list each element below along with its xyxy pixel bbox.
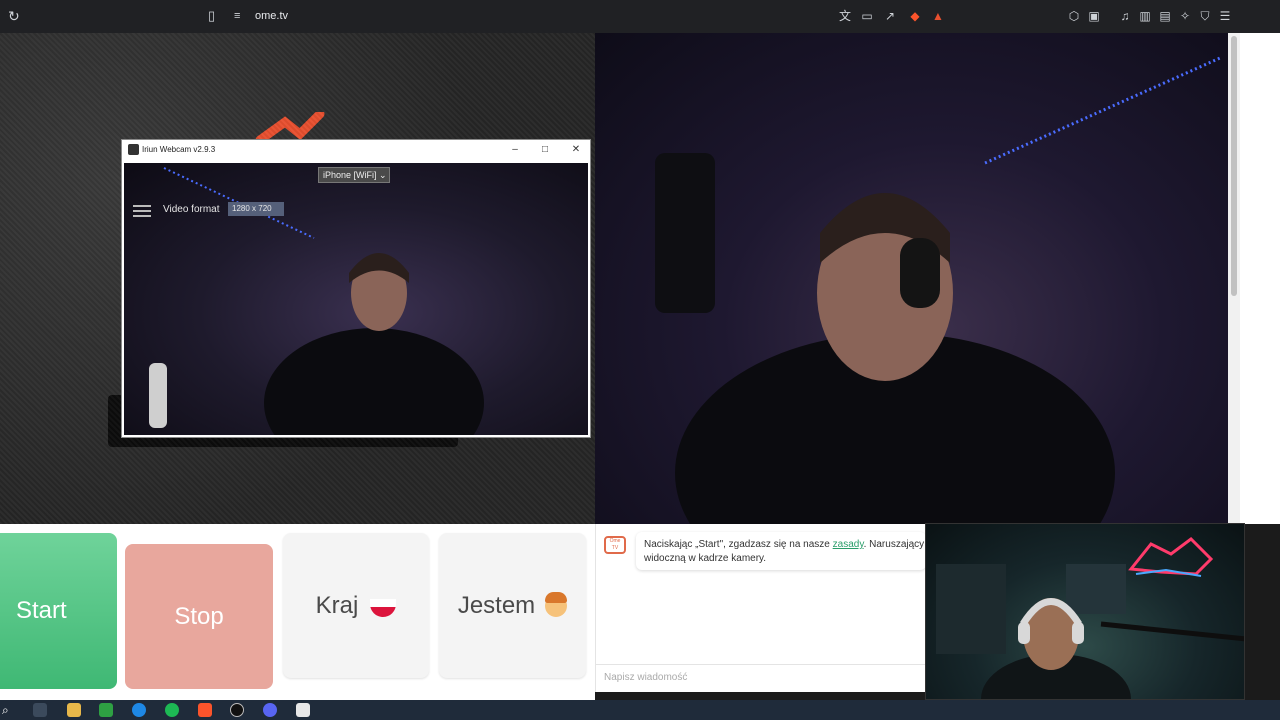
- window-titlebar[interactable]: Iriun Webcam v2.9.3 – □ ✕: [122, 140, 590, 161]
- video-format-value: 1280 x 720: [232, 204, 272, 213]
- message-input-placeholder: Napisz wiadomość: [604, 672, 688, 683]
- search-icon[interactable]: ⌕: [2, 703, 16, 717]
- iriun-icon[interactable]: [296, 703, 310, 717]
- sidebar-icon[interactable]: ▣: [1087, 9, 1101, 23]
- media-icon[interactable]: ♫: [1118, 9, 1132, 23]
- streamer-facecam: [925, 523, 1245, 700]
- spotify-icon[interactable]: [165, 703, 179, 717]
- ometv-logo-icon: [255, 112, 325, 142]
- device-select-value: iPhone [WiFi]: [323, 170, 377, 180]
- start-button[interactable]: Start: [0, 533, 117, 689]
- task-view-icon[interactable]: [33, 703, 47, 717]
- gender-button[interactable]: Jestem: [439, 533, 586, 678]
- wallet-icon[interactable]: ▤: [1158, 9, 1172, 23]
- maximize-icon[interactable]: □: [538, 143, 552, 157]
- country-label: Kraj: [315, 591, 359, 619]
- translate-icon[interactable]: 文: [838, 9, 852, 23]
- calendar-app-icon[interactable]: [99, 703, 113, 717]
- hamburger-menu-icon[interactable]: [133, 205, 151, 217]
- chat-controls: Start Stop Kraj Jestem: [0, 524, 595, 700]
- scrollbar-thumb[interactable]: [1231, 36, 1237, 296]
- vpn-icon[interactable]: ⛉: [1198, 9, 1212, 23]
- video-format-label: Video format: [163, 204, 220, 215]
- gender-label: Jestem: [457, 591, 536, 619]
- file-explorer-icon[interactable]: [67, 703, 81, 717]
- close-icon[interactable]: ✕: [569, 143, 583, 157]
- message-text-continued: . Naruszający z: [863, 539, 926, 550]
- message-text: Naciskając „Start", zgadzasz się na nasz…: [644, 539, 833, 550]
- share-icon[interactable]: ↗: [883, 9, 897, 23]
- poland-flag-icon: [370, 598, 397, 617]
- brave-icon[interactable]: [198, 703, 212, 717]
- brave-rewards-icon[interactable]: ▲: [931, 9, 945, 23]
- partner-video: [595, 33, 1228, 524]
- rules-link[interactable]: zasady: [833, 539, 864, 550]
- video-format-select[interactable]: 1280 x 720: [228, 202, 284, 216]
- device-select[interactable]: iPhone [WiFi] ⌄: [318, 167, 390, 183]
- minimize-icon[interactable]: –: [508, 143, 522, 157]
- edge-icon[interactable]: [132, 703, 146, 717]
- reload-icon[interactable]: ↻: [8, 9, 22, 23]
- leo-icon[interactable]: ✧: [1178, 9, 1192, 23]
- browser-toolbar: ↻ ▯ ≡ ome.tv 文 ▭ ↗ ◆ ▲ ⬡ ▣ ♫ ▥ ▤ ✧ ⛉ ☰: [0, 0, 1280, 33]
- start-label: Start: [16, 597, 67, 624]
- iriun-app-icon: [128, 144, 139, 155]
- site-info-icon[interactable]: ≡: [234, 10, 246, 22]
- message-input[interactable]: Napisz wiadomość: [596, 664, 926, 692]
- split-view-icon[interactable]: ▥: [1138, 9, 1152, 23]
- screen-cast-icon[interactable]: ▭: [860, 9, 874, 23]
- message-line-2: widoczną w kadrze kamery.: [644, 553, 767, 564]
- webcam-preview: iPhone [WiFi] ⌄ Video format 1280 x 720: [124, 163, 588, 435]
- address-bar[interactable]: ome.tv: [255, 10, 288, 22]
- stop-button[interactable]: Stop: [125, 544, 273, 689]
- menu-icon[interactable]: ☰: [1218, 9, 1232, 23]
- window-title: Iriun Webcam v2.9.3: [142, 145, 216, 154]
- windows-taskbar: ⌕: [0, 700, 1280, 720]
- chat-panel: Ome TV Naciskając „Start", zgadzasz się n…: [595, 524, 926, 692]
- partner-video-scene: [655, 56, 1221, 524]
- extensions-icon[interactable]: ⬡: [1067, 9, 1081, 23]
- facecam-scene: [936, 537, 1244, 699]
- iriun-webcam-window: Iriun Webcam v2.9.3 – □ ✕ iPhone [WiFi] …: [121, 139, 591, 438]
- country-button[interactable]: Kraj: [283, 533, 429, 678]
- boy-emoji-icon: [545, 591, 568, 617]
- ometv-tv-icon: Ome TV: [604, 536, 626, 554]
- bookmark-icon[interactable]: ▯: [208, 9, 220, 23]
- discord-icon[interactable]: [263, 703, 277, 717]
- brave-shield-icon[interactable]: ◆: [908, 9, 922, 23]
- system-message: Naciskając „Start", zgadzasz się na nasz…: [636, 532, 926, 570]
- page-margin: [1240, 33, 1280, 524]
- obs-icon[interactable]: [230, 703, 244, 717]
- stop-label: Stop: [174, 602, 224, 630]
